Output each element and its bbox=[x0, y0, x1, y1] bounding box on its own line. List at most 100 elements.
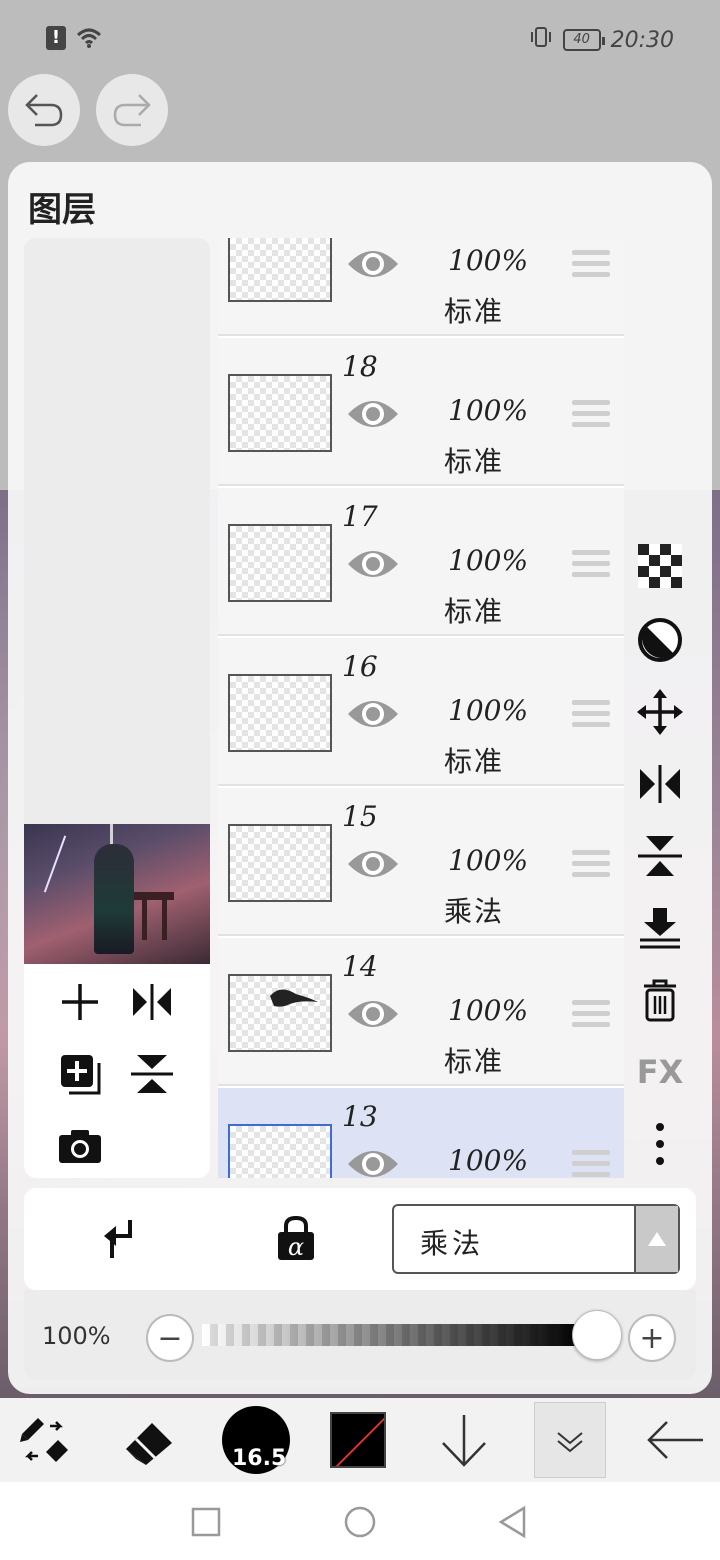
checkerboard-icon bbox=[638, 544, 682, 588]
alpha-lock-button[interactable]: α bbox=[276, 1215, 324, 1264]
arrow-left-icon bbox=[647, 1421, 703, 1459]
move-button[interactable] bbox=[632, 684, 688, 740]
drag-handle-icon[interactable] bbox=[572, 250, 610, 278]
layer-opacity: 100% bbox=[448, 994, 529, 1027]
recents-button[interactable] bbox=[188, 1504, 224, 1540]
layer-number: 15 bbox=[342, 800, 378, 833]
drag-handle-icon[interactable] bbox=[572, 1000, 610, 1028]
flip-layer-vertical-button[interactable] bbox=[632, 828, 688, 884]
triangle-back-icon bbox=[498, 1505, 526, 1539]
add-layer-button[interactable] bbox=[56, 978, 104, 1026]
camera-button[interactable] bbox=[56, 1122, 104, 1170]
color-swatch bbox=[330, 1412, 386, 1468]
opacity-slider[interactable] bbox=[202, 1324, 584, 1346]
flip-layer-horizontal-button[interactable] bbox=[632, 756, 688, 812]
eye-icon[interactable] bbox=[346, 544, 400, 584]
layer-number: 14 bbox=[342, 950, 378, 983]
system-back-button[interactable] bbox=[494, 1504, 530, 1540]
duplicate-layer-button[interactable] bbox=[56, 1050, 104, 1098]
duplicate-layer-icon bbox=[61, 1055, 101, 1095]
home-button[interactable] bbox=[342, 1504, 378, 1540]
eye-icon[interactable] bbox=[346, 394, 400, 434]
layer-blend-mode: 标准 bbox=[444, 595, 505, 628]
layer-row[interactable]: 18 100% 标准 bbox=[218, 338, 624, 486]
layer-thumbnail bbox=[228, 1124, 332, 1178]
layer-opacity: 100% bbox=[448, 694, 529, 727]
panel-title: 图层 bbox=[28, 190, 96, 230]
wifi-icon bbox=[76, 27, 102, 49]
eye-icon[interactable] bbox=[346, 244, 400, 284]
drag-handle-icon[interactable] bbox=[572, 850, 610, 878]
contrast-icon bbox=[638, 618, 682, 662]
clipping-button[interactable] bbox=[94, 1216, 142, 1264]
eye-icon[interactable] bbox=[346, 694, 400, 734]
fx-button[interactable]: FX bbox=[632, 1044, 688, 1100]
adjust-tone-button[interactable] bbox=[632, 612, 688, 668]
svg-text:α: α bbox=[288, 1233, 304, 1261]
layer-row[interactable]: 100% 标准 bbox=[218, 238, 624, 336]
flip-vertical-button[interactable] bbox=[128, 1050, 176, 1098]
blend-mode-bar: α 乘法 bbox=[24, 1188, 696, 1290]
flip-horizontal-button[interactable] bbox=[128, 978, 176, 1026]
layer-blend-mode: 乘法 bbox=[444, 895, 505, 928]
eraser-button[interactable] bbox=[118, 1402, 182, 1478]
eye-icon[interactable] bbox=[346, 994, 400, 1034]
tool-swap-button[interactable] bbox=[14, 1402, 74, 1478]
layer-list[interactable]: 100% 标准 18 100% 标准 17 100% 标准 16 100% 标准 bbox=[218, 238, 624, 1178]
more-vertical-icon bbox=[656, 1123, 664, 1165]
opacity-decrease-button[interactable]: − bbox=[146, 1314, 194, 1362]
layers-toggle-button[interactable] bbox=[534, 1402, 606, 1478]
layers-toggle-box bbox=[534, 1402, 606, 1478]
eye-icon[interactable] bbox=[346, 844, 400, 884]
back-button[interactable] bbox=[640, 1402, 710, 1478]
eye-icon[interactable] bbox=[346, 1144, 400, 1178]
merge-down-button[interactable] bbox=[632, 900, 688, 956]
layer-row[interactable]: 17 100% 标准 bbox=[218, 488, 624, 636]
flip-horizontal-icon bbox=[640, 765, 680, 803]
circle-icon bbox=[344, 1506, 376, 1538]
blend-mode-value: 乘法 bbox=[420, 1227, 485, 1260]
layer-blend-mode: 标准 bbox=[444, 1045, 505, 1078]
opacity-bar: 100% − + bbox=[24, 1290, 696, 1380]
transparency-button[interactable] bbox=[632, 538, 688, 594]
undo-button[interactable] bbox=[8, 74, 80, 146]
plus-icon bbox=[62, 984, 98, 1020]
layer-number: 13 bbox=[342, 1100, 378, 1133]
pen-eraser-swap-icon bbox=[20, 1418, 68, 1462]
layer-number: 16 bbox=[342, 650, 378, 683]
canvas-thumbnail[interactable] bbox=[24, 824, 210, 964]
blend-mode-select[interactable]: 乘法 bbox=[392, 1204, 680, 1274]
layer-row[interactable]: 14 100% 标准 bbox=[218, 938, 624, 1086]
merge-down-icon bbox=[640, 908, 680, 949]
layer-opacity: 100% bbox=[448, 1144, 529, 1177]
layers-panel: 图层 100% 标准 18 100% 标准 17 100% 标准 16 100%… bbox=[8, 162, 712, 1394]
flip-horizontal-icon bbox=[133, 984, 171, 1020]
layer-thumbnail bbox=[228, 524, 332, 602]
layer-thumbnail bbox=[228, 824, 332, 902]
more-options-button[interactable] bbox=[632, 1116, 688, 1172]
brush-preview: 16.5 bbox=[222, 1406, 290, 1474]
arrow-down-icon bbox=[442, 1415, 486, 1467]
layer-blend-mode: 标准 bbox=[444, 745, 505, 778]
dropdown-arrow-icon[interactable] bbox=[634, 1206, 678, 1272]
redo-button[interactable] bbox=[96, 74, 168, 146]
color-button[interactable] bbox=[326, 1402, 390, 1478]
drag-handle-icon[interactable] bbox=[572, 700, 610, 728]
layer-row-selected[interactable]: 13 100% bbox=[218, 1088, 624, 1178]
square-icon bbox=[191, 1507, 221, 1537]
drag-handle-icon[interactable] bbox=[572, 550, 610, 578]
layer-down-button[interactable] bbox=[432, 1402, 496, 1478]
bottom-toolbar: 16.5 bbox=[0, 1398, 720, 1482]
layer-row[interactable]: 16 100% 标准 bbox=[218, 638, 624, 786]
opacity-slider-knob[interactable] bbox=[572, 1310, 622, 1360]
layer-opacity: 100% bbox=[448, 394, 529, 427]
drag-handle-icon[interactable] bbox=[572, 1150, 610, 1178]
layer-row[interactable]: 15 100% 乘法 bbox=[218, 788, 624, 936]
layer-number: 18 bbox=[342, 350, 378, 383]
opacity-increase-button[interactable]: + bbox=[628, 1314, 676, 1362]
delete-layer-button[interactable] bbox=[632, 972, 688, 1028]
brush-size-button[interactable]: 16.5 bbox=[218, 1402, 294, 1478]
layer-opacity: 100% bbox=[448, 244, 529, 277]
undo-icon bbox=[25, 94, 63, 127]
drag-handle-icon[interactable] bbox=[572, 400, 610, 428]
